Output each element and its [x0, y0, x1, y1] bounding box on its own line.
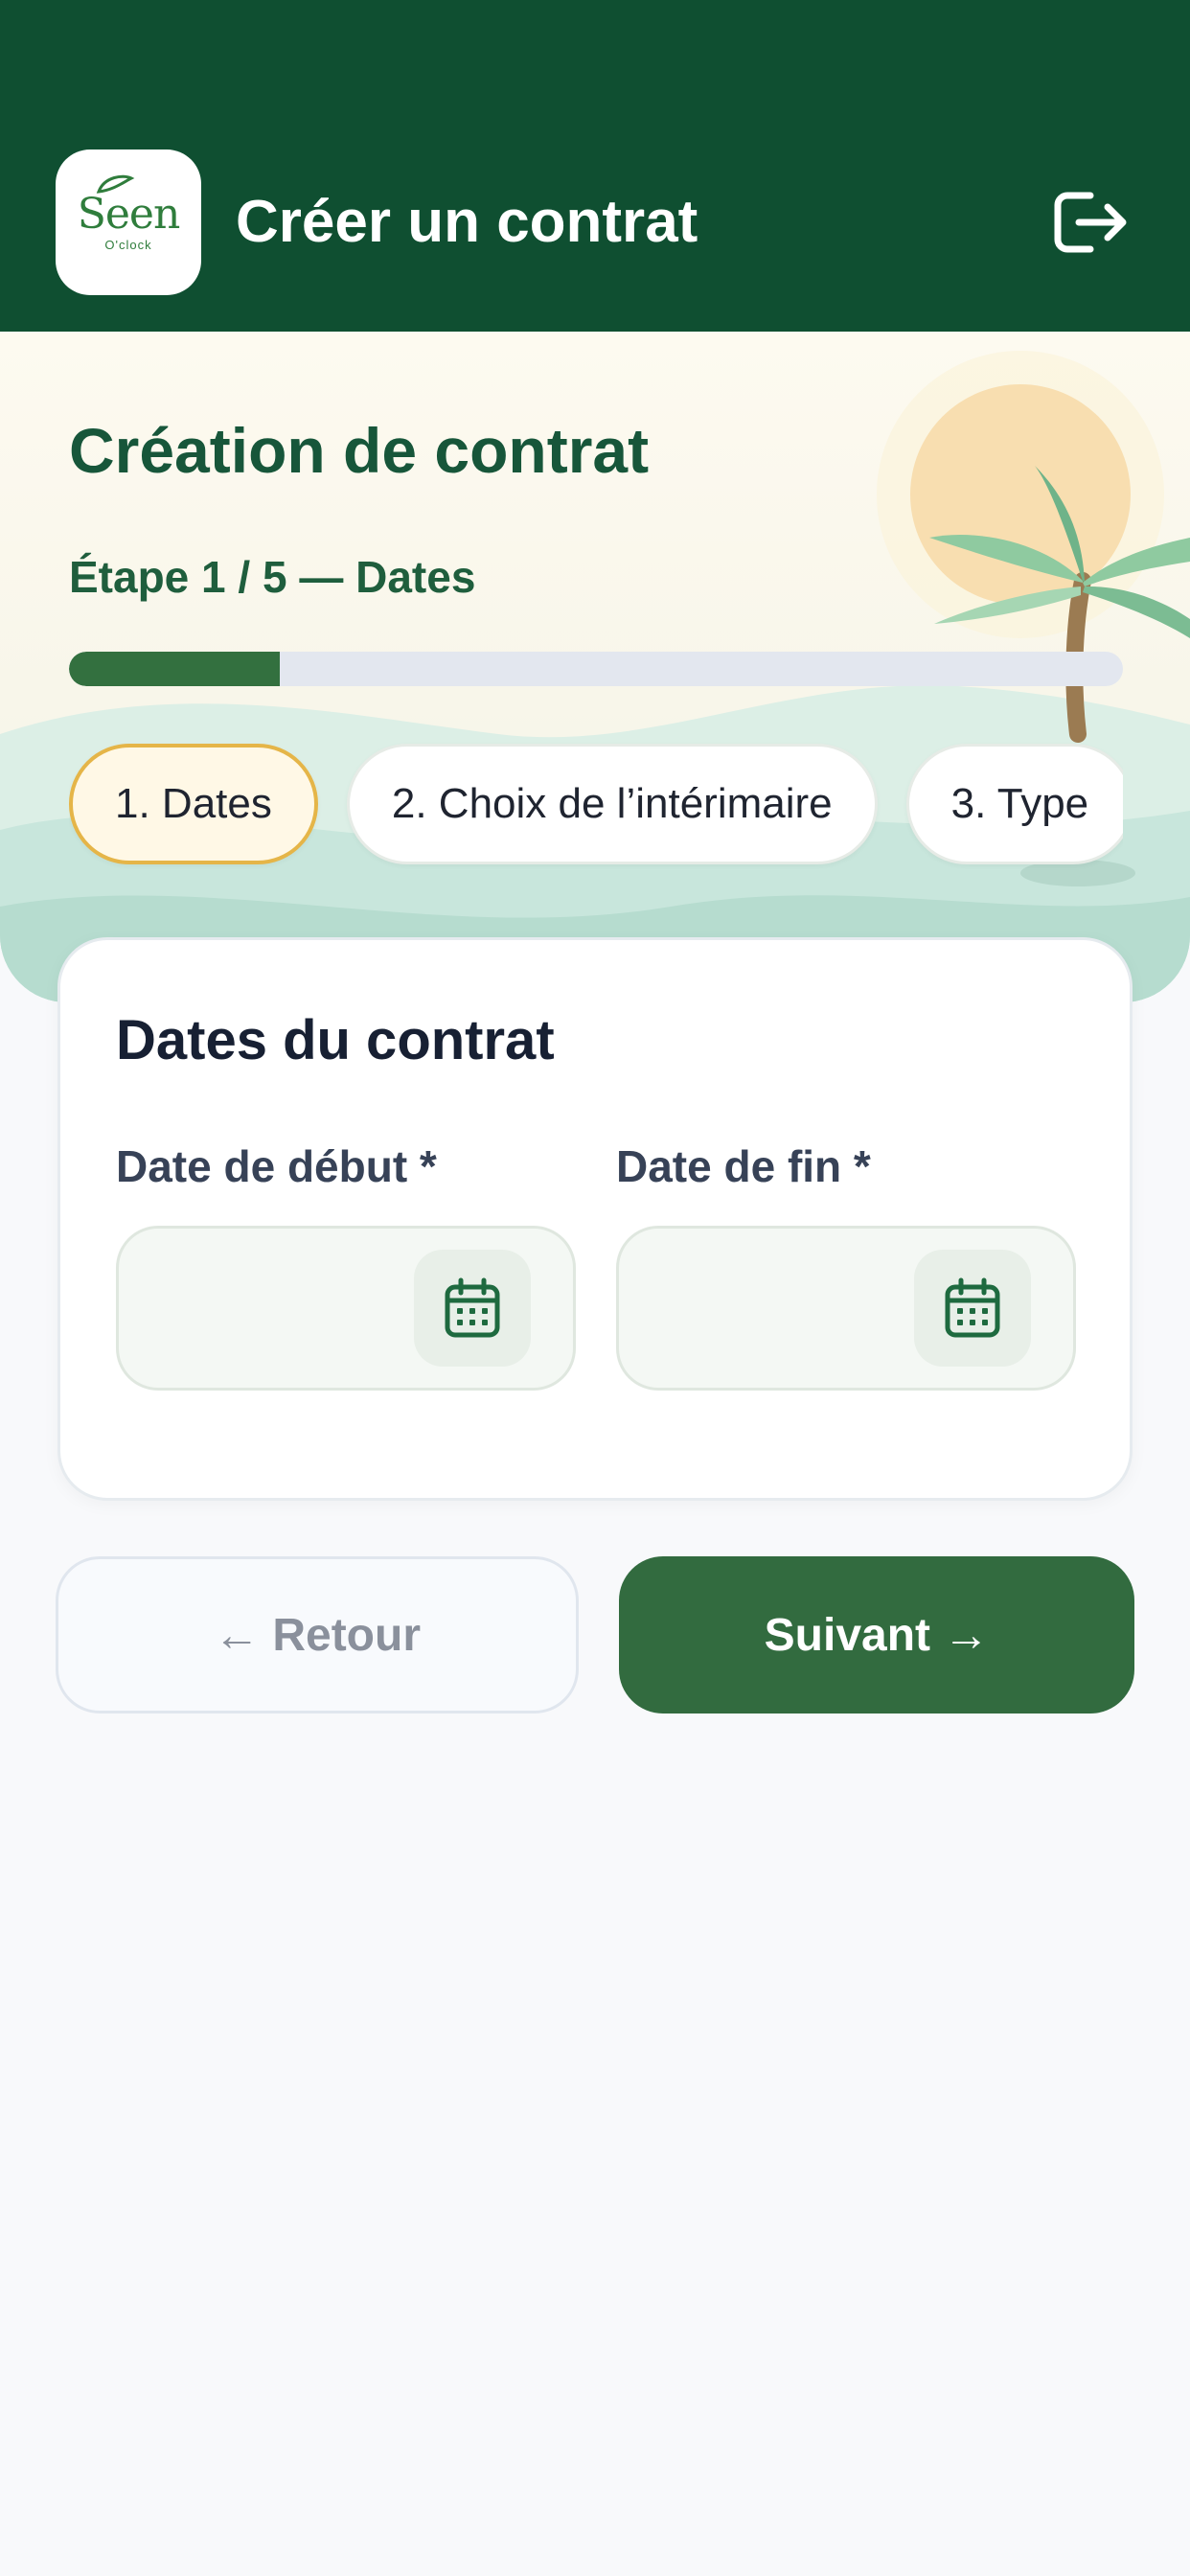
start-date-picker-button[interactable]	[414, 1250, 531, 1367]
step-tab-1[interactable]: 1. Dates	[69, 744, 318, 864]
back-button[interactable]: ← Retour	[56, 1556, 579, 1714]
leaf-icon	[96, 174, 135, 194]
end-date-label: Date de fin *	[616, 1141, 871, 1191]
calendar-icon	[445, 1277, 500, 1338]
section-title: Création de contrat	[69, 415, 650, 486]
end-date-picker-button[interactable]	[914, 1250, 1031, 1367]
screen: Seen O'clock Créer un contrat Création d…	[0, 0, 1190, 2576]
start-date-input[interactable]	[116, 1226, 576, 1391]
next-button[interactable]: Suivant →	[619, 1556, 1134, 1714]
logout-button[interactable]	[1050, 188, 1131, 257]
logo-subtext: O'clock	[104, 237, 152, 252]
logo-text: Seen	[78, 174, 180, 236]
page-title: Créer un contrat	[236, 189, 698, 255]
progress-bar	[69, 652, 1123, 686]
app-logo: Seen O'clock	[56, 150, 201, 295]
step-indicator: Étape 1 / 5 — Dates	[69, 552, 476, 602]
dates-card: Dates du contrat Date de début * Date de…	[57, 937, 1133, 1501]
card-title: Dates du contrat	[116, 1009, 555, 1071]
app-header: Seen O'clock Créer un contrat	[0, 0, 1190, 332]
calendar-icon	[945, 1277, 1000, 1338]
step-tab-3[interactable]: 3. Type	[905, 744, 1123, 864]
logout-icon	[1054, 192, 1127, 253]
progress-fill	[69, 652, 280, 686]
start-date-label: Date de début *	[116, 1141, 437, 1191]
steps-tabs: 1. Dates 2. Choix de l’intérimaire 3. Type	[69, 742, 1123, 870]
hero-section: Création de contrat Étape 1 / 5 — Dates …	[0, 332, 1190, 1002]
end-date-input[interactable]	[616, 1226, 1076, 1391]
step-tab-2[interactable]: 2. Choix de l’intérimaire	[346, 744, 878, 864]
